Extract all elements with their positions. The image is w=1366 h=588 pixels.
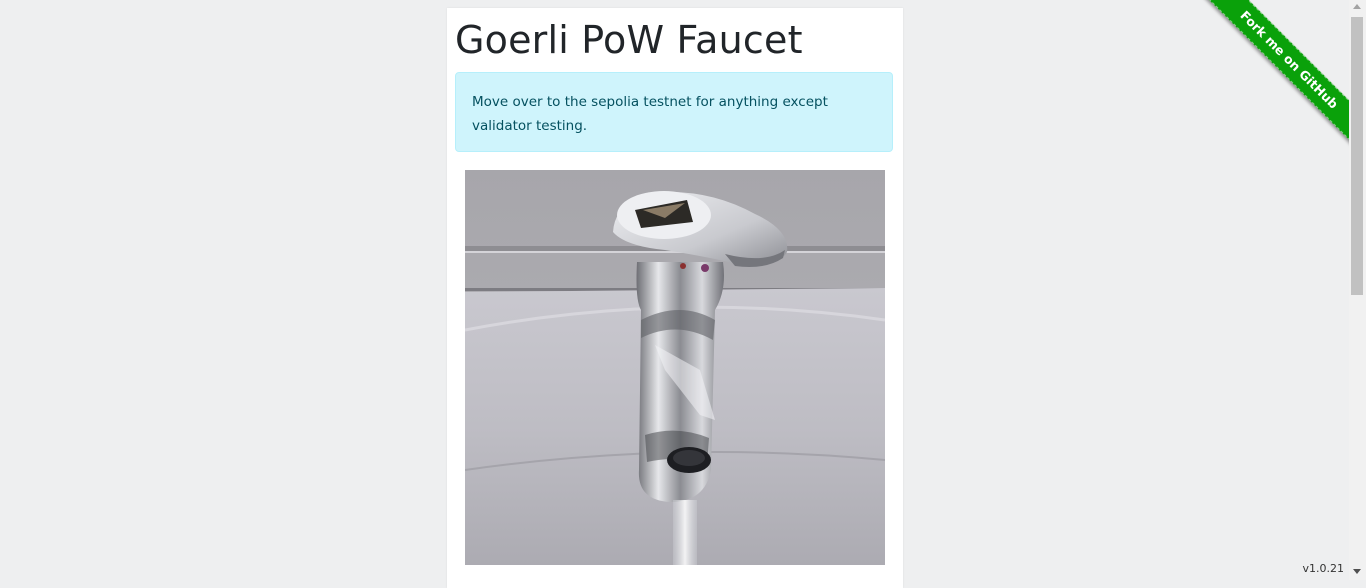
scroll-down-arrow-icon[interactable] [1353,569,1361,574]
scroll-up-arrow-icon[interactable] [1353,4,1361,9]
fork-me-on-github-link[interactable]: Fork me on GitHub [1201,0,1349,148]
version-label: v1.0.21 [1302,562,1345,575]
page-title: Goerli PoW Faucet [455,18,803,62]
vertical-scrollbar[interactable] [1349,0,1366,580]
faucet-card: Goerli PoW Faucet Move over to the sepol… [447,8,903,588]
github-ribbon-corner: Fork me on GitHub [1199,0,1349,150]
sepolia-notice-alert: Move over to the sepolia testnet for any… [455,72,893,152]
faucet-image [465,170,885,565]
scroll-thumb[interactable] [1351,17,1363,295]
notice-text: Move over to the sepolia testnet for any… [472,94,828,134]
